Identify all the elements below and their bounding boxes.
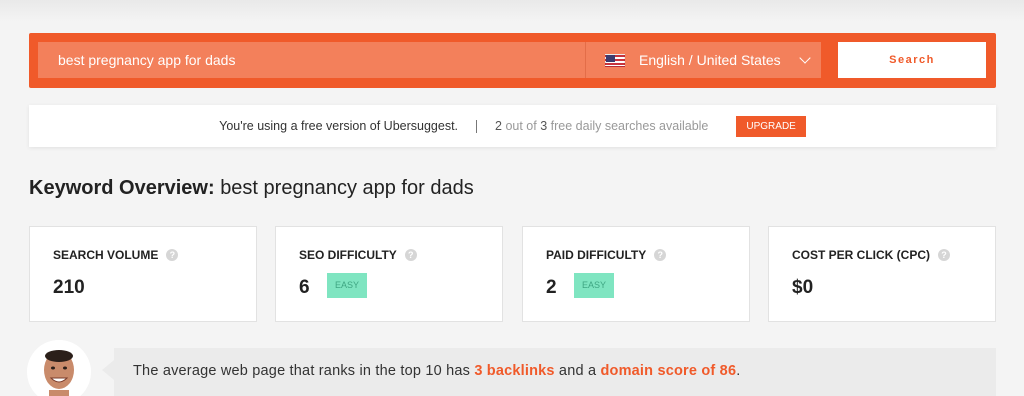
info-icon[interactable]: ? <box>938 249 950 261</box>
free-version-message: You're using a free version of Ubersugge… <box>219 119 459 133</box>
tip-pointer <box>102 360 114 380</box>
tip-backlinks: 3 backlinks <box>474 363 555 379</box>
language-label: English / United States <box>639 52 781 68</box>
metric-value: 2 <box>546 277 557 298</box>
tip-part2: and a <box>554 363 601 379</box>
tip-part3: . <box>736 363 741 379</box>
chevron-down-icon <box>799 52 811 64</box>
ranking-tip-text: The average web page that ranks in the t… <box>133 363 740 379</box>
upgrade-button[interactable]: UPGRADE <box>736 115 806 137</box>
search-count: 2 out of 3 free daily searches available <box>495 119 708 133</box>
searches-total: 3 <box>540 119 548 133</box>
metric-card-paid-difficulty: PAID DIFFICULTY ? 2 EASY <box>522 226 750 322</box>
ranking-tip: The average web page that ranks in the t… <box>114 348 996 396</box>
search-button[interactable]: Search <box>838 42 986 78</box>
page-title: Keyword Overview: best pregnancy app for… <box>29 177 474 200</box>
difficulty-badge: EASY <box>327 273 367 298</box>
info-icon[interactable]: ? <box>166 249 179 261</box>
metric-value: 210 <box>53 277 85 298</box>
notice-divider <box>476 119 478 133</box>
free-version-notice: You're using a free version of Ubersugge… <box>29 105 996 147</box>
metric-label: SEO DIFFICULTY <box>299 248 397 262</box>
search-bar: English / United States Search <box>29 33 996 88</box>
difficulty-badge: EASY <box>574 273 614 298</box>
info-icon[interactable]: ? <box>404 249 417 261</box>
page-title-prefix: Keyword Overview: <box>29 177 215 199</box>
language-select[interactable]: English / United States <box>585 42 821 78</box>
top-shadow <box>0 0 1024 22</box>
metric-label: PAID DIFFICULTY <box>546 248 647 262</box>
searches-used: 2 <box>495 119 502 133</box>
metric-value: 6 <box>299 277 310 298</box>
info-icon[interactable]: ? <box>654 249 667 261</box>
page-title-keyword: best pregnancy app for dads <box>220 177 474 199</box>
searches-out-of: out of <box>505 119 537 133</box>
metric-card-cost-per-click: COST PER CLICK (CPC) ? $0 <box>768 226 996 322</box>
tip-part1: The average web page that ranks in the t… <box>133 363 475 379</box>
search-input[interactable] <box>38 42 586 78</box>
metric-card-search-volume: SEARCH VOLUME ? 210 <box>29 226 257 322</box>
search-input-wrapper[interactable] <box>38 42 586 78</box>
searches-suffix: free daily searches available <box>550 119 709 133</box>
us-flag-icon <box>605 53 625 67</box>
tip-domain-score: domain score of 86 <box>600 363 737 379</box>
metric-label: COST PER CLICK (CPC) <box>792 248 930 262</box>
metric-label: SEARCH VOLUME <box>53 248 159 262</box>
metric-value: $0 <box>792 277 814 298</box>
avatar <box>27 340 91 396</box>
metric-card-seo-difficulty: SEO DIFFICULTY ? 6 EASY <box>275 226 503 322</box>
